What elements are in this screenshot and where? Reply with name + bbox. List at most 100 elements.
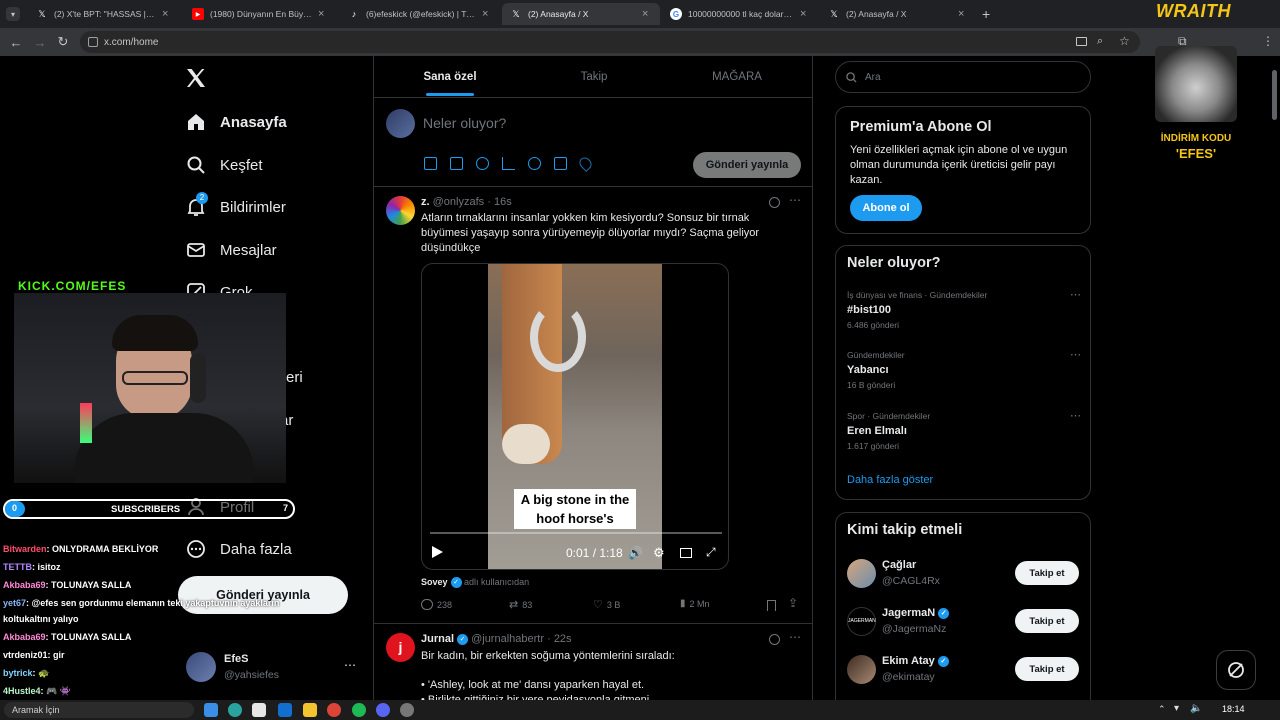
trends-card: Neler oluyor? İş dünyası ve finans · Gün… — [835, 245, 1091, 500]
app-icon[interactable] — [376, 703, 390, 717]
follow-suggestion[interactable]: Çağlar @CAGL4Rx Takip et — [847, 557, 1081, 591]
install-icon[interactable] — [1076, 37, 1087, 46]
close-tab-icon[interactable]: × — [162, 8, 172, 20]
store-icon[interactable] — [252, 703, 266, 717]
volume-icon[interactable]: 🔊 — [628, 546, 643, 560]
author-handle[interactable]: @jurnalhabertr — [471, 633, 544, 645]
compose-post-button[interactable]: Gönderi yayınla — [693, 152, 801, 178]
settings-icon[interactable]: ⚙ — [653, 545, 665, 561]
nav-messages[interactable]: Mesajlar — [186, 230, 277, 270]
clock[interactable]: 18:14 — [1222, 704, 1245, 714]
views-button[interactable]: ▮ 2 Mn — [680, 598, 710, 609]
trend-item[interactable]: Gündemdekiler Yabancı 16 B gönderi ⋯ — [847, 348, 1081, 398]
more-icon[interactable]: ⋯ — [1070, 288, 1081, 301]
grok-icon[interactable] — [769, 197, 780, 208]
tweet[interactable]: z. @onlyzafs · 16s ⋯ Atların tırnakların… — [374, 187, 812, 623]
more-icon[interactable]: ⋯ — [1070, 409, 1081, 422]
close-tab-icon[interactable]: × — [318, 8, 328, 20]
site-info-icon[interactable] — [88, 37, 98, 47]
close-tab-icon[interactable]: × — [958, 8, 968, 20]
show-more-link[interactable]: Daha fazla göster — [847, 474, 933, 486]
grok-float-button[interactable] — [1216, 650, 1256, 690]
nav-home[interactable]: Anasayfa — [186, 102, 287, 142]
menu-icon[interactable]: ⋮ — [1262, 34, 1274, 48]
nav-explore[interactable]: Keşfet — [186, 145, 263, 185]
bookmark-icon[interactable] — [767, 600, 776, 611]
subscribe-button[interactable]: Abone ol — [850, 195, 922, 221]
author-name[interactable]: z. — [421, 196, 430, 208]
grok-icon[interactable] — [769, 634, 780, 645]
poll-icon[interactable] — [502, 157, 515, 170]
follow-button[interactable]: Takip et — [1015, 657, 1079, 681]
browser-tab-3[interactable]: ♪ (6)efeskick (@efeskick) | TikTok × — [340, 3, 500, 25]
spotify-icon[interactable] — [352, 703, 366, 717]
bookmark-star-icon[interactable]: ☆ — [1119, 34, 1130, 48]
more-icon[interactable]: ⋯ — [1070, 348, 1081, 361]
follow-button[interactable]: Takip et — [1015, 609, 1079, 633]
wifi-icon[interactable]: ▾ — [1174, 703, 1179, 714]
scrollbar[interactable] — [1272, 70, 1277, 120]
tab-for-you[interactable]: Sana özel — [374, 56, 526, 98]
tab-following[interactable]: Takip — [526, 56, 662, 98]
windows-icon[interactable] — [204, 703, 218, 717]
forward-icon[interactable]: → — [32, 34, 48, 50]
edge-icon[interactable] — [228, 703, 242, 717]
chrome-icon[interactable] — [327, 703, 341, 717]
close-tab-icon[interactable]: × — [482, 8, 492, 20]
close-tab-icon[interactable]: × — [800, 8, 810, 20]
trend-item[interactable]: Spor · Gündemdekiler Eren Elmalı 1.617 g… — [847, 409, 1081, 459]
play-icon[interactable] — [432, 546, 443, 558]
browser-tab-6[interactable]: 𝕏 (2) Anasayfa / X × — [820, 3, 976, 25]
fullscreen-icon[interactable]: ⤢ — [706, 545, 716, 560]
composer-input[interactable]: Neler oluyor? — [423, 115, 506, 131]
share-icon[interactable]: ⇪ — [788, 596, 798, 610]
tweet-time[interactable]: 16s — [494, 196, 512, 208]
zoom-icon[interactable]: ⌕ — [1097, 35, 1103, 48]
follow-button[interactable]: Takip et — [1015, 561, 1079, 585]
location-icon[interactable] — [577, 155, 594, 172]
browser-tab-1[interactable]: 𝕏 (2) X'te BPT: "HASSAS | Şanlıurfa × — [28, 3, 180, 25]
search-input[interactable]: Ara — [835, 61, 1091, 93]
schedule-icon[interactable] — [554, 157, 567, 170]
image-icon[interactable] — [424, 157, 437, 170]
author-handle[interactable]: @onlyzafs — [433, 196, 485, 208]
browser-tab-4[interactable]: 𝕏 (2) Anasayfa / X × — [502, 3, 660, 25]
address-bar[interactable]: x.com/home — [80, 31, 1140, 53]
tab-search-button[interactable]: ▾ — [6, 7, 20, 21]
author-name[interactable]: Jurnal — [421, 633, 454, 645]
trend-item[interactable]: İş dünyası ve finans · Gündemdekiler #bi… — [847, 288, 1081, 338]
tray-chevron-icon[interactable]: ⌃ — [1158, 704, 1166, 715]
more-icon[interactable]: ⋯ — [789, 193, 801, 207]
follow-suggestion[interactable]: Ekim Atay ✓ @ekimatay Takip et — [847, 653, 1081, 687]
tab-magara[interactable]: MAĞARA — [662, 56, 812, 98]
reply-button[interactable]: 238 — [421, 599, 452, 610]
nav-notifications[interactable]: 2 Bildirimler — [186, 187, 286, 227]
close-tab-icon[interactable]: × — [642, 8, 652, 20]
nav-more[interactable]: Daha fazla — [186, 529, 292, 569]
settings-icon[interactable] — [400, 703, 414, 717]
outlook-icon[interactable] — [278, 703, 292, 717]
video-player[interactable]: A big stone in the hoof horse's 0:01 / 1… — [421, 263, 729, 570]
account-switcher[interactable]: EfeS @yahsiefes ⋯ — [184, 650, 364, 686]
explorer-icon[interactable] — [303, 703, 317, 717]
gif-icon[interactable] — [450, 157, 463, 170]
picture-in-picture-icon[interactable] — [680, 548, 692, 558]
more-icon[interactable]: ⋯ — [789, 630, 801, 644]
x-logo-icon[interactable] — [184, 66, 210, 92]
reload-icon[interactable]: ↻ — [55, 34, 71, 50]
volume-icon[interactable]: 🔈 — [1190, 703, 1202, 714]
back-icon[interactable]: ← — [8, 34, 24, 50]
browser-tab-2[interactable]: ▶ (1980) Dünyanın En Büyük Yara × — [184, 3, 336, 25]
follow-suggestion[interactable]: JAGERMAN JagermaN ✓ @JagermaNz Takip et — [847, 605, 1081, 639]
grok-icon[interactable] — [476, 157, 489, 170]
repost-button[interactable]: ⇄ 83 — [509, 598, 532, 611]
tweet-time[interactable]: 22s — [554, 633, 572, 645]
taskbar-search[interactable]: Aramak İçin — [4, 702, 194, 718]
post-button[interactable]: Gönderi yayınla — [178, 576, 348, 614]
emoji-icon[interactable] — [528, 157, 541, 170]
progress-bar[interactable] — [430, 532, 722, 534]
new-tab-icon[interactable]: + — [982, 6, 990, 22]
chat-username: bytrick — [3, 668, 33, 678]
like-button[interactable]: ♡ 3 B — [593, 598, 620, 611]
browser-tab-5[interactable]: G 10000000000 tl kaç dolar - Goo × — [662, 3, 818, 25]
